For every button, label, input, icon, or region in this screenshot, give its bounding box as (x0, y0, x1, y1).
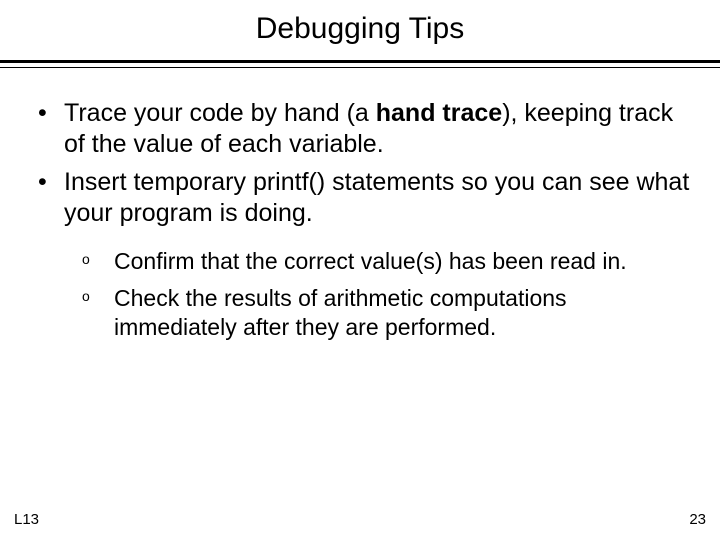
slide-body: Trace your code by hand (a hand trace), … (0, 98, 720, 341)
bullet-1: Trace your code by hand (a hand trace), … (30, 98, 690, 161)
slide: Debugging Tips Trace your code by hand (… (0, 0, 720, 540)
footer-left: L13 (14, 511, 39, 528)
slide-title: Debugging Tips (0, 0, 720, 60)
sub-bullet-1: Confirm that the correct value(s) has be… (74, 247, 690, 276)
sub-bullet-2: Check the results of arithmetic computat… (74, 284, 690, 342)
main-list: Trace your code by hand (a hand trace), … (30, 98, 690, 229)
title-rule-thin (0, 67, 720, 68)
title-rule-thick (0, 60, 720, 63)
footer-right: 23 (689, 511, 706, 528)
sub-bullet-2-text: Check the results of arithmetic computat… (114, 285, 567, 340)
bullet-2: Insert temporary printf() statements so … (30, 167, 690, 230)
bullet-1-bold: hand trace (376, 99, 502, 127)
sub-list: Confirm that the correct value(s) has be… (74, 247, 690, 341)
bullet-1-text-pre: Trace your code by hand (a (64, 99, 376, 127)
sub-bullet-1-text: Confirm that the correct value(s) has be… (114, 248, 627, 274)
bullet-2-text: Insert temporary printf() statements so … (64, 168, 689, 227)
